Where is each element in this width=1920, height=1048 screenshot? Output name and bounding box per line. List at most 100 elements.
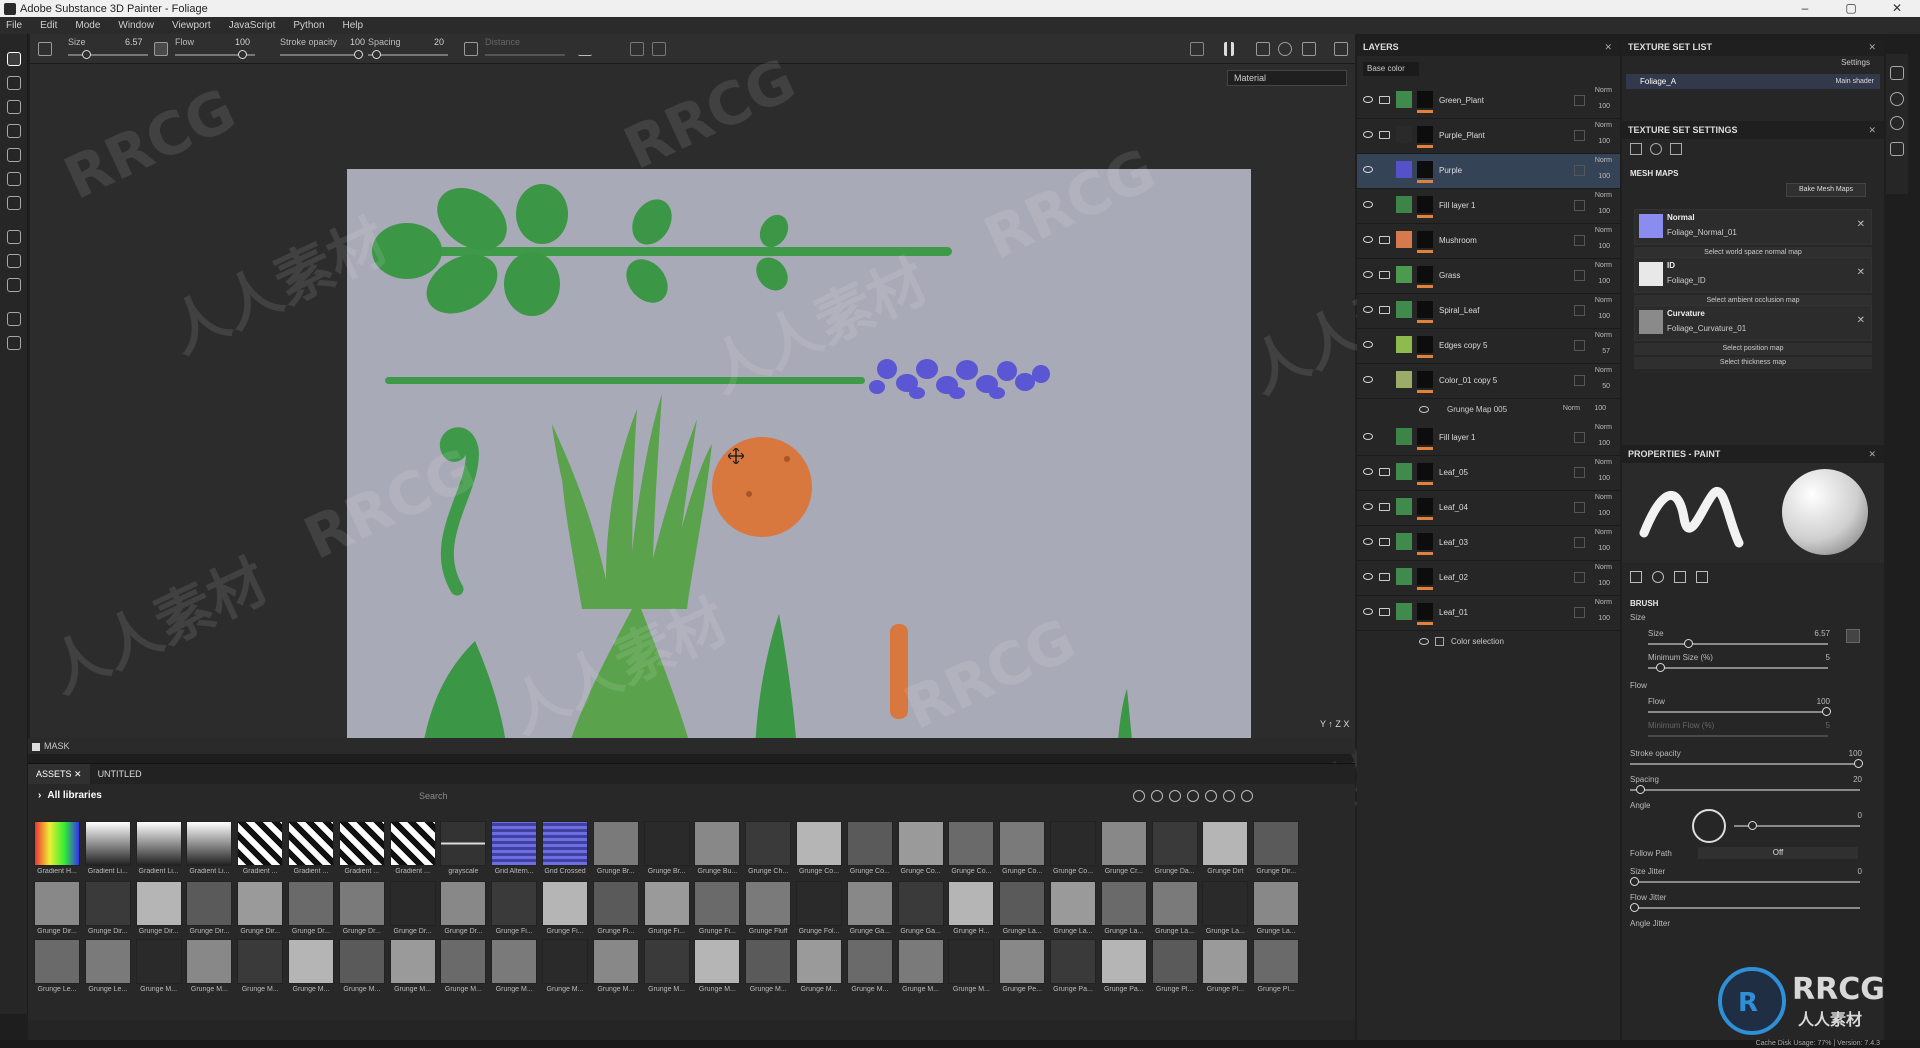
layer-row[interactable]: Leaf_03 Norm 100 <box>1357 526 1620 561</box>
sub-layer-opacity[interactable]: 100 <box>1594 405 1606 412</box>
blend-mode-select[interactable]: Norm <box>1595 192 1612 199</box>
layer-checkbox[interactable] <box>1574 305 1585 316</box>
blend-mode-select[interactable]: Norm <box>1595 87 1612 94</box>
asset-thumbnail[interactable] <box>84 821 131 866</box>
visibility-eye-icon[interactable] <box>1363 608 1373 615</box>
asset-thumbnail[interactable] <box>440 821 487 866</box>
bake-icon[interactable] <box>7 230 21 244</box>
material-filter-icon[interactable] <box>1133 790 1145 802</box>
asset-thumbnail[interactable] <box>491 881 538 926</box>
layer-row[interactable]: Purple_Plant Norm 100 <box>1357 119 1620 154</box>
layer-checkbox[interactable] <box>1574 165 1585 176</box>
folder-icon[interactable] <box>1379 573 1390 581</box>
layer-checkbox[interactable] <box>1574 432 1585 443</box>
size-pressure-button[interactable] <box>1846 629 1860 643</box>
remove-map-icon[interactable]: ✕ <box>1857 315 1865 326</box>
visibility-eye-icon[interactable] <box>1363 96 1373 103</box>
flow-slider[interactable] <box>1648 711 1828 713</box>
layer-mask-thumbnail[interactable] <box>1417 533 1433 550</box>
layer-row[interactable]: Color_01 copy 5 Norm 50 <box>1357 364 1620 399</box>
layer-mask-thumbnail[interactable] <box>1417 231 1433 248</box>
visibility-eye-icon[interactable] <box>1363 271 1373 278</box>
blend-mode-select[interactable]: Norm <box>1595 227 1612 234</box>
asset-thumbnail[interactable] <box>34 939 80 984</box>
layer-mask-thumbnail[interactable] <box>1417 336 1433 353</box>
spacing-knob[interactable] <box>372 50 381 59</box>
menu-help[interactable]: Help <box>343 20 364 31</box>
min-size-knob[interactable] <box>1656 663 1665 672</box>
folder-icon[interactable] <box>1379 96 1390 104</box>
layer-checkbox[interactable] <box>1574 502 1585 513</box>
layer-row[interactable]: Green_Plant Norm 100 <box>1357 84 1620 119</box>
layer-mask-thumbnail[interactable] <box>1417 266 1433 283</box>
asset-thumbnail[interactable] <box>491 939 538 984</box>
asset-thumbnail[interactable] <box>1050 939 1096 984</box>
asset-thumbnail[interactable] <box>694 881 741 926</box>
camera-icon[interactable] <box>1302 42 1316 56</box>
asset-thumbnail[interactable] <box>237 881 284 926</box>
brush-filter-icon[interactable] <box>1205 790 1217 802</box>
asset-thumbnail[interactable] <box>338 939 385 984</box>
asset-thumbnail[interactable] <box>135 881 182 926</box>
layer-row[interactable]: Leaf_04 Norm 100 <box>1357 491 1620 526</box>
asset-thumbnail[interactable] <box>84 881 131 926</box>
asset-thumbnail[interactable] <box>1151 939 1198 984</box>
visibility-eye-icon[interactable] <box>1363 306 1373 313</box>
visibility-eye-icon[interactable] <box>1419 406 1429 413</box>
visibility-eye-icon[interactable] <box>1363 503 1373 510</box>
brush-tab-icon[interactable] <box>1630 571 1642 583</box>
asset-thumbnail[interactable] <box>186 939 233 984</box>
close-panel-icon[interactable]: ✕ <box>1868 38 1876 56</box>
blend-mode-select[interactable]: Norm <box>1595 424 1612 431</box>
asset-thumbnail[interactable] <box>1202 939 1249 984</box>
layer-mask-thumbnail[interactable] <box>1417 161 1433 178</box>
min-size-value[interactable]: 5 <box>1790 653 1830 662</box>
blend-mode-select[interactable]: Norm <box>1595 459 1612 466</box>
asset-thumbnail[interactable] <box>999 881 1046 926</box>
smudge-icon[interactable] <box>7 148 21 162</box>
layer-mask-thumbnail[interactable] <box>1417 301 1433 318</box>
layer-row[interactable]: Spiral_Leaf Norm 100 <box>1357 294 1620 329</box>
blend-mode-select[interactable]: Norm <box>1595 122 1612 129</box>
stroke-opacity-slider[interactable] <box>1630 763 1860 765</box>
settings-tab-icon[interactable] <box>1630 143 1642 155</box>
layer-mask-thumbnail[interactable] <box>1417 603 1433 620</box>
layer-row[interactable]: Purple Norm 100 <box>1357 154 1620 189</box>
remove-map-icon[interactable]: ✕ <box>1857 219 1865 230</box>
size-jitter-knob[interactable] <box>1630 877 1639 886</box>
bake-mesh-maps-button[interactable]: Bake Mesh Maps <box>1786 183 1866 197</box>
asset-thumbnail[interactable] <box>745 821 792 866</box>
asset-thumbnail[interactable] <box>389 939 436 984</box>
mesh-map-slot[interactable]: Normal Foliage_Normal_01 ✕ <box>1634 209 1872 245</box>
layer-checkbox[interactable] <box>1574 200 1585 211</box>
clone-stamp-icon[interactable] <box>7 172 21 186</box>
blend-mode-select[interactable]: Norm <box>1595 367 1612 374</box>
asset-thumbnail[interactable] <box>135 821 182 866</box>
mask-filter-icon[interactable] <box>1169 790 1181 802</box>
size-jitter-value[interactable]: 0 <box>1822 867 1862 876</box>
layer-checkbox[interactable] <box>1574 340 1585 351</box>
visibility-eye-icon[interactable] <box>1363 376 1373 383</box>
asset-thumbnail[interactable] <box>288 939 334 984</box>
asset-thumbnail[interactable] <box>1100 881 1147 926</box>
polygon-fill-icon[interactable] <box>7 124 21 138</box>
asset-thumbnail[interactable] <box>34 821 80 866</box>
layer-opacity[interactable]: 50 <box>1602 383 1610 390</box>
layer-mask-thumbnail[interactable] <box>1417 428 1433 445</box>
min-size-slider[interactable] <box>1648 667 1828 669</box>
select-thickness-map-button[interactable]: Select thickness map <box>1634 357 1872 369</box>
size-slider-knob[interactable] <box>82 50 91 59</box>
spacing-knob[interactable] <box>1636 785 1645 794</box>
blend-mode-select[interactable]: Norm <box>1595 529 1612 536</box>
asset-thumbnail[interactable] <box>999 821 1046 866</box>
menu-python[interactable]: Python <box>293 20 324 31</box>
asset-thumbnail[interactable] <box>948 939 995 984</box>
layer-checkbox[interactable] <box>1574 467 1585 478</box>
asset-thumbnail[interactable] <box>237 939 284 984</box>
visibility-eye-icon[interactable] <box>1363 468 1373 475</box>
asset-thumbnail[interactable] <box>643 939 690 984</box>
tab-untitled[interactable]: UNTITLED <box>90 764 150 784</box>
effect-checkbox[interactable] <box>1435 637 1444 646</box>
view-cube-icon[interactable] <box>1256 42 1270 56</box>
angle-value[interactable]: 0 <box>1822 811 1862 820</box>
